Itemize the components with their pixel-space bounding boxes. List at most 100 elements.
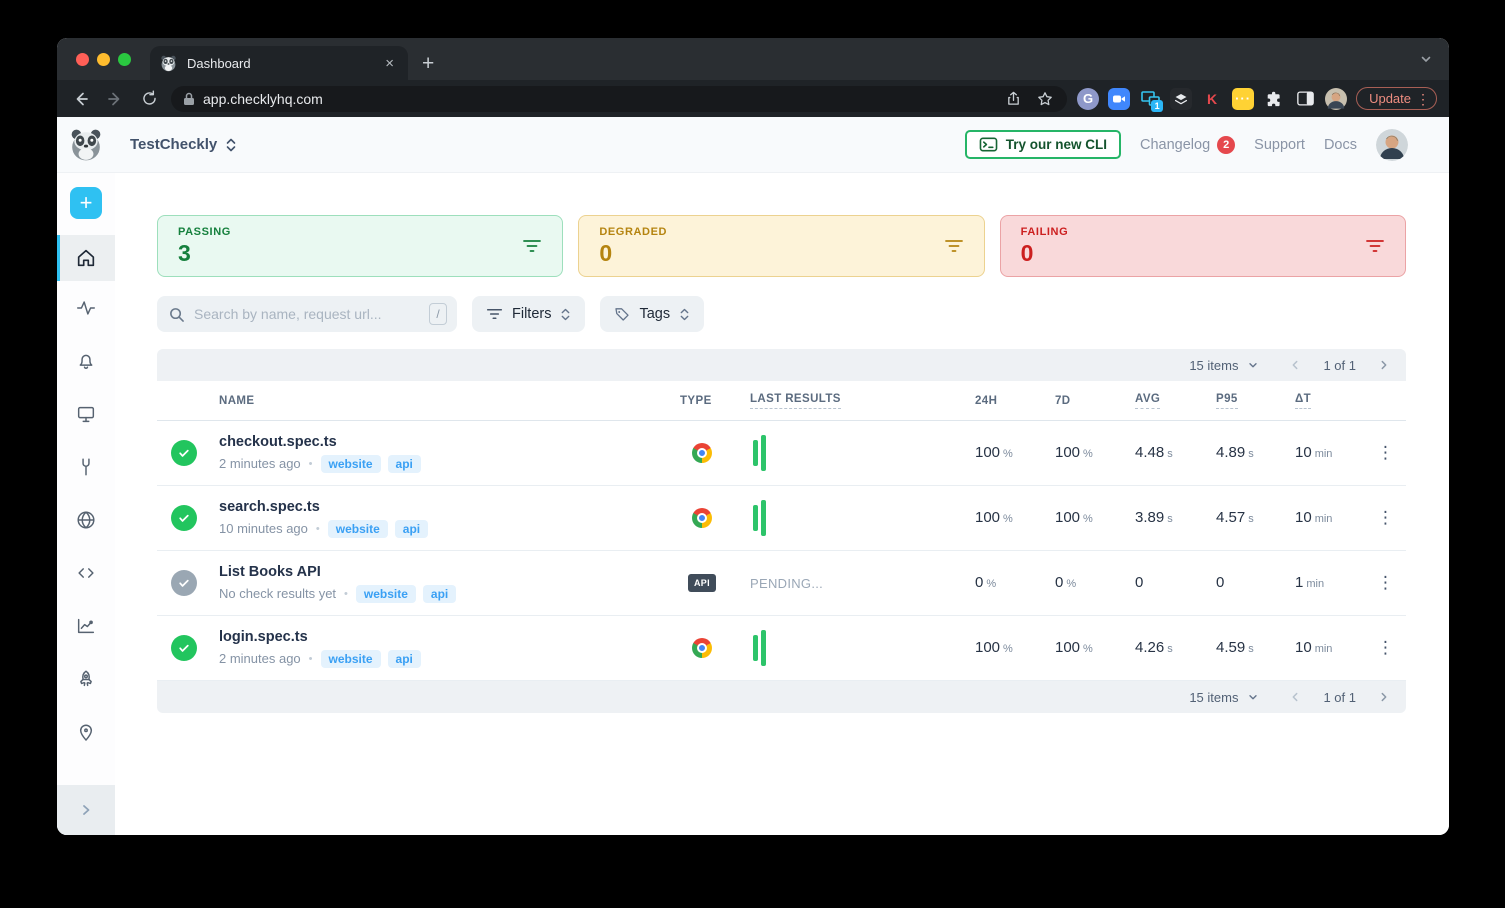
wrench-icon [75, 456, 97, 478]
prev-page-icon[interactable] [1289, 691, 1301, 703]
activity-icon [75, 297, 97, 319]
last-results-bars[interactable] [753, 628, 766, 668]
result-bar[interactable] [753, 635, 758, 661]
degraded-card[interactable]: DEGRADED 0 [578, 215, 984, 277]
check-row[interactable]: login.spec.ts 2 minutes ago • websiteapi… [157, 616, 1406, 681]
page-indicator: 1 of 1 [1323, 358, 1356, 373]
sidebar-item-code[interactable] [57, 546, 115, 599]
tag-badge[interactable]: api [395, 520, 428, 538]
chrome-update-button[interactable]: Update ⋮ [1356, 87, 1437, 110]
side-panel-icon[interactable] [1294, 88, 1316, 110]
reload-button[interactable] [137, 87, 161, 111]
changelog-link[interactable]: Changelog 2 [1140, 136, 1235, 154]
row-menu-kebab[interactable]: ⋮ [1377, 508, 1394, 528]
checkly-app: TestCheckly Try our new CLI Changelog 2 … [57, 117, 1449, 835]
sidebar-item-bell[interactable] [57, 334, 115, 387]
filter-funnel-icon [522, 238, 542, 254]
tab-search-chevron-icon[interactable] [1419, 52, 1433, 66]
screen-cast-extension-icon[interactable]: 1 [1139, 88, 1161, 110]
sidebar-expand-button[interactable] [57, 785, 115, 835]
passing-count: 3 [178, 240, 231, 267]
sidebar-item-rocket[interactable] [57, 652, 115, 705]
chevron-up-down-icon [679, 307, 690, 322]
row-menu-kebab[interactable]: ⋮ [1377, 638, 1394, 658]
window-controls [76, 53, 131, 66]
tag-badge[interactable]: api [423, 585, 456, 603]
items-per-page-select[interactable]: 15 items [1189, 358, 1259, 373]
cell-dt: 1min [1295, 574, 1365, 592]
create-check-button[interactable]: + [70, 187, 102, 219]
sidebar-item-location[interactable] [57, 705, 115, 758]
k-extension-icon[interactable]: K [1201, 88, 1223, 110]
prev-page-icon[interactable] [1289, 359, 1301, 371]
extensions-row: G 1 K ··· Update ⋮ [1077, 87, 1437, 110]
page-indicator: 1 of 1 [1323, 690, 1356, 705]
url-bar[interactable]: app.checklyhq.com [171, 86, 1067, 112]
next-page-icon[interactable] [1378, 691, 1390, 703]
new-tab-button[interactable]: + [422, 53, 434, 74]
chrome-menu-kebab-icon[interactable]: ⋮ [1416, 92, 1430, 106]
checks-table-body: checkout.spec.ts 2 minutes ago • website… [157, 421, 1406, 681]
maximize-window-button[interactable] [118, 53, 131, 66]
result-bar[interactable] [761, 435, 766, 471]
cell-p95: 0 [1216, 574, 1295, 592]
next-page-icon[interactable] [1378, 359, 1390, 371]
support-link[interactable]: Support [1254, 137, 1305, 153]
last-results-bars[interactable] [753, 433, 766, 473]
tag-badge[interactable]: website [321, 455, 381, 473]
result-bar[interactable] [753, 440, 758, 466]
share-icon[interactable] [1001, 87, 1025, 111]
zoom-extension-icon[interactable] [1108, 88, 1130, 110]
check-row[interactable]: search.spec.ts 10 minutes ago • websitea… [157, 486, 1406, 551]
items-per-page-select[interactable]: 15 items [1189, 690, 1259, 705]
result-bar[interactable] [761, 500, 766, 536]
stacks-extension-icon[interactable] [1170, 88, 1192, 110]
close-window-button[interactable] [76, 53, 89, 66]
back-button[interactable] [69, 87, 93, 111]
check-name: search.spec.ts [219, 499, 680, 515]
browser-profile-avatar[interactable] [1325, 88, 1347, 110]
row-menu-kebab[interactable]: ⋮ [1377, 573, 1394, 593]
tags-button[interactable]: Tags [600, 296, 704, 332]
forward-button[interactable] [103, 87, 127, 111]
changelog-label: Changelog [1140, 137, 1210, 153]
search-box[interactable]: / [157, 296, 457, 332]
row-menu-kebab[interactable]: ⋮ [1377, 443, 1394, 463]
check-row[interactable]: checkout.spec.ts 2 minutes ago • website… [157, 421, 1406, 486]
tag-badge[interactable]: website [328, 520, 388, 538]
try-cli-button[interactable]: Try our new CLI [965, 130, 1121, 159]
passing-card[interactable]: PASSING 3 [157, 215, 563, 277]
search-input[interactable] [192, 305, 421, 323]
sidebar-item-chart[interactable] [57, 599, 115, 652]
cell-p95: 4.89s [1216, 444, 1295, 462]
sidebar-item-globe[interactable] [57, 493, 115, 546]
tag-badge[interactable]: api [388, 650, 421, 668]
docs-link[interactable]: Docs [1324, 137, 1357, 153]
account-switcher[interactable]: TestCheckly [130, 136, 237, 153]
tag-badge[interactable]: api [388, 455, 421, 473]
check-tags: website api [356, 585, 456, 603]
result-bar[interactable] [753, 505, 758, 531]
sidebar-item-activity[interactable] [57, 281, 115, 334]
tag-badge[interactable]: website [356, 585, 416, 603]
sidebar-item-monitor[interactable] [57, 387, 115, 440]
dashboard-main: PASSING 3 DEGRADED 0 FAILING 0 [115, 173, 1449, 835]
notes-extension-icon[interactable]: ··· [1232, 88, 1254, 110]
tab-close-icon[interactable]: × [381, 55, 398, 72]
sidebar-item-wrench[interactable] [57, 440, 115, 493]
bookmark-star-icon[interactable] [1033, 87, 1057, 111]
result-bar[interactable] [761, 630, 766, 666]
chevron-up-down-icon [560, 307, 571, 322]
meta-separator-dot: • [309, 653, 313, 665]
failing-card[interactable]: FAILING 0 [1000, 215, 1406, 277]
sidebar-item-home[interactable] [57, 235, 115, 281]
browser-tab-dashboard[interactable]: Dashboard × [150, 46, 408, 80]
tag-badge[interactable]: website [321, 650, 381, 668]
user-avatar[interactable] [1376, 129, 1408, 161]
last-results-bars[interactable] [753, 498, 766, 538]
grammarly-extension-icon[interactable]: G [1077, 88, 1099, 110]
filters-button[interactable]: Filters [472, 296, 585, 332]
check-row[interactable]: List Books API No check results yet • we… [157, 551, 1406, 616]
minimize-window-button[interactable] [97, 53, 110, 66]
extensions-puzzle-icon[interactable] [1263, 88, 1285, 110]
